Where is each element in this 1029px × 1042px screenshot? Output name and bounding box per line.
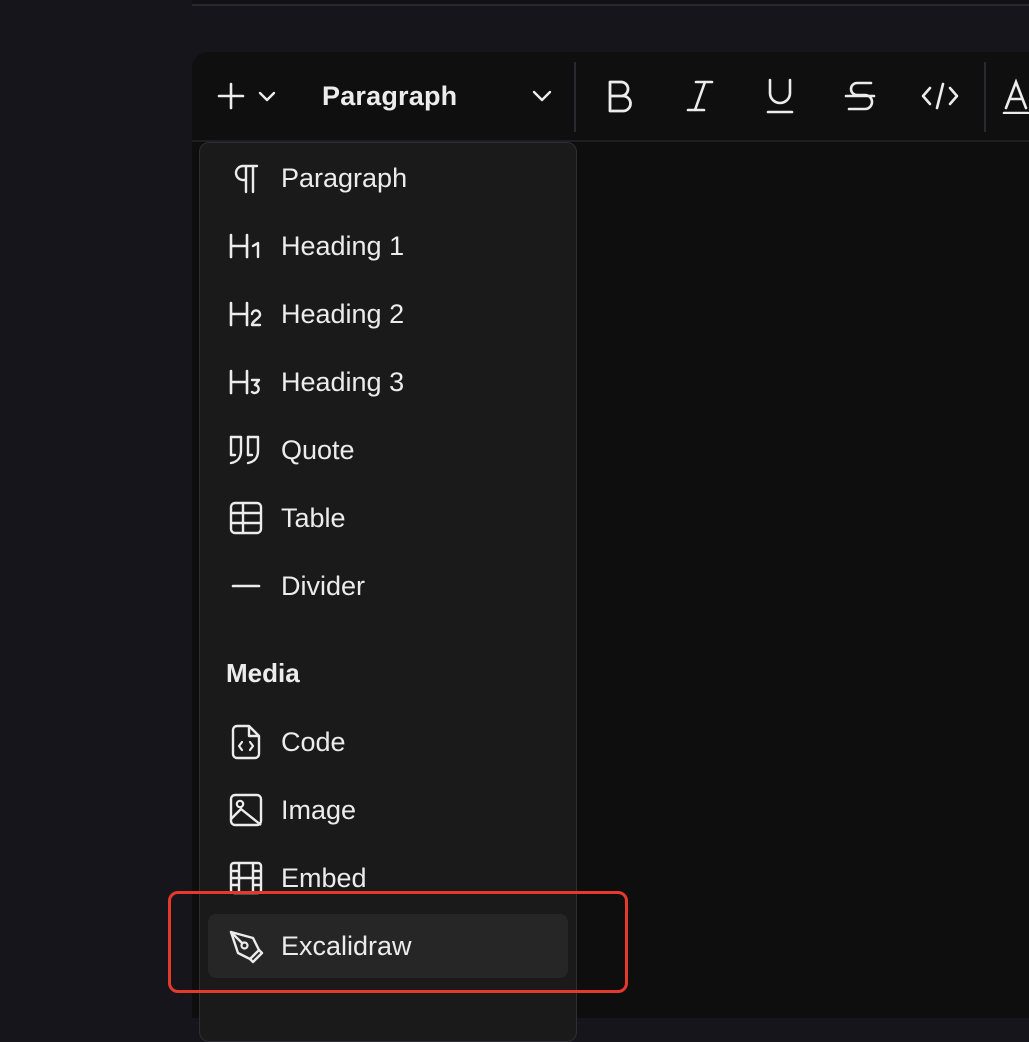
menu-item-label: Quote	[281, 434, 355, 465]
code-file-icon	[226, 722, 266, 762]
menu-item-label: Table	[281, 502, 346, 533]
toolbar-divider	[984, 62, 986, 132]
editor-toolbar: Paragraph	[192, 52, 1029, 142]
chevron-down-icon	[256, 85, 278, 107]
bold-button[interactable]	[598, 76, 642, 116]
menu-section-title: Media	[226, 658, 300, 688]
menu-item-label: Heading 1	[281, 230, 405, 261]
menu-item-label: Image	[281, 794, 357, 825]
strikethrough-button[interactable]	[838, 76, 882, 116]
heading-2-icon	[226, 294, 266, 334]
menu-item-embed[interactable]: Embed	[208, 846, 568, 910]
menu-item-label: Paragraph	[281, 162, 408, 193]
inline-code-button[interactable]	[918, 76, 962, 116]
menu-item-label: Heading 2	[281, 298, 405, 329]
block-type-menu: Paragraph Heading 1 Heading 2 Heading 3 …	[199, 142, 577, 1042]
underline-button[interactable]	[758, 76, 802, 116]
quote-icon	[226, 430, 266, 470]
plus-icon	[216, 81, 246, 111]
pilcrow-icon	[226, 158, 266, 198]
menu-item-label: Divider	[281, 570, 366, 601]
menu-item-table[interactable]: Table	[208, 486, 568, 550]
image-icon	[226, 790, 266, 830]
code-icon	[920, 79, 960, 113]
font-color-button[interactable]	[1000, 76, 1029, 116]
underline-icon	[763, 77, 797, 115]
film-icon	[226, 858, 266, 898]
menu-item-label: Heading 3	[281, 366, 405, 397]
menu-item-code[interactable]: Code	[208, 710, 568, 774]
menu-item-label: Code	[281, 726, 346, 757]
divider-icon	[226, 566, 266, 606]
menu-item-label: Excalidraw	[281, 930, 412, 961]
menu-item-heading-3[interactable]: Heading 3	[208, 350, 568, 414]
italic-icon	[684, 78, 716, 114]
block-type-label: Paragraph	[322, 80, 458, 111]
italic-button[interactable]	[678, 76, 722, 116]
menu-item-image[interactable]: Image	[208, 778, 568, 842]
toolbar-divider	[574, 62, 576, 132]
menu-item-heading-1[interactable]: Heading 1	[208, 214, 568, 278]
pen-tool-icon	[226, 926, 266, 966]
menu-item-quote[interactable]: Quote	[208, 418, 568, 482]
menu-item-label: Embed	[281, 862, 367, 893]
bold-icon	[604, 78, 636, 114]
top-divider	[192, 0, 1029, 6]
heading-1-icon	[226, 226, 266, 266]
insert-block-button[interactable]	[216, 76, 288, 116]
font-color-icon	[1000, 78, 1029, 114]
menu-item-divider[interactable]: Divider	[208, 554, 568, 618]
menu-item-excalidraw[interactable]: Excalidraw	[208, 914, 568, 978]
menu-item-heading-2[interactable]: Heading 2	[208, 282, 568, 346]
table-icon	[226, 498, 266, 538]
strikethrough-icon	[843, 77, 877, 115]
heading-3-icon	[226, 362, 266, 402]
menu-item-paragraph[interactable]: Paragraph	[208, 146, 568, 210]
chevron-down-icon	[530, 84, 554, 108]
block-type-select[interactable]: Paragraph	[322, 76, 554, 116]
